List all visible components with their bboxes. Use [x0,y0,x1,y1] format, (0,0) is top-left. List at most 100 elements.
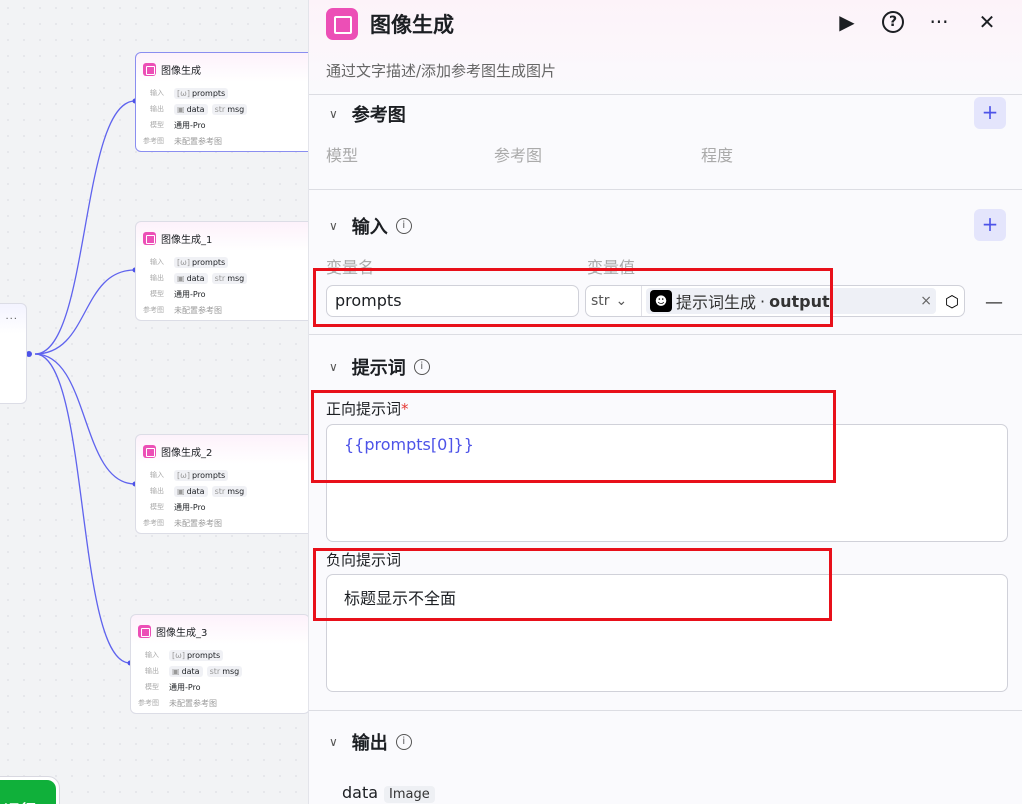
col-label: 变量值 [587,258,636,277]
chevron-down-icon[interactable]: ∨ [329,219,338,233]
output-tag: ▣ data [174,272,208,284]
label: 输出 [150,105,164,113]
negative-prompt-label: 负向提示词 [326,551,402,569]
image-gen-icon [143,63,156,76]
output-tag: str msg [211,485,248,497]
model-value: 通用-Pro [174,120,206,130]
section-output[interactable]: ∨ 输出 i [329,729,412,755]
info-icon[interactable]: i [413,359,430,375]
ref-value: 未配置参考图 [169,698,217,708]
section-title: 输出 [351,733,388,754]
add-input-button[interactable]: + [974,209,1006,241]
section-title: 参考图 [351,105,406,126]
label: 模型 [150,121,164,129]
run-label: 运行 [0,780,56,804]
model-value: 通用-Pro [174,502,206,512]
remove-input-button[interactable]: — [985,292,1003,313]
workflow-node[interactable]: 图像生成 输入 [ω] prompts 输出 ▣ data str msg 模型 通用-Pro… [135,52,308,152]
input-tag: [ω] prompts [174,87,229,99]
col-label: 模型 [326,146,359,165]
chevron-down-icon: ⌄ [615,293,628,309]
label: 输入 [150,89,164,97]
reference-value[interactable]: ☻ 提示词生成 · output × [646,288,936,314]
more-icon[interactable]: ··· [5,314,18,325]
image-gen-icon [138,625,151,638]
section-reference[interactable]: ∨ 参考图 [329,101,406,127]
divider [309,334,1022,335]
section-prompt[interactable]: ∨ 提示词 i [329,354,430,380]
more-icon[interactable]: ··· [926,10,952,34]
output-tag: str msg [211,103,248,115]
source-node[interactable]: ··· [0,303,27,404]
panel-subtitle: 通过文字描述/添加参考图生成图片 [326,62,557,80]
label: 模型 [150,290,164,298]
run-button[interactable]: 运行 [0,776,60,804]
section-title: 提示词 [351,358,406,379]
node-title: 图像生成_2 [161,448,213,459]
info-icon[interactable]: i [395,218,412,234]
output-tag: str msg [211,272,248,284]
node-config-panel: 图像生成 ▶ ? ··· ✕ 通过文字描述/添加参考图生成图片 ∨ 参考图 + 模… [308,0,1022,804]
label: 模型 [145,683,159,691]
variable-name-input[interactable]: prompts [326,285,579,317]
close-icon[interactable]: ✕ [974,10,1000,34]
node-title: 图像生成_1 [161,235,213,246]
image-gen-icon [326,8,358,40]
help-icon[interactable]: ? [882,11,904,33]
image-gen-icon [143,232,156,245]
section-title: 输入 [351,217,388,238]
label: 参考图 [143,306,164,314]
label: 输出 [145,667,159,675]
variable-icon[interactable]: ⬡ [940,292,964,311]
input-tag: [ω] prompts [174,469,229,481]
ref-value: 未配置参考图 [174,305,222,315]
node-title: 图像生成_3 [156,628,208,639]
image-gen-icon [143,445,156,458]
label: 参考图 [143,137,164,145]
input-tag: [ω] prompts [169,649,224,661]
positive-prompt-label: 正向提示词* [326,400,409,418]
clear-icon[interactable]: × [920,293,932,309]
label: 输出 [150,487,164,495]
negative-prompt-textarea[interactable]: 标题显示不全面 [326,574,1008,692]
node-title: 图像生成 [161,66,201,77]
output-tag: ▣ data [169,665,203,677]
model-value: 通用-Pro [169,682,201,692]
ref-value: 未配置参考图 [174,518,222,528]
workflow-node[interactable]: 图像生成_1 输入 [ω] prompts 输出 ▣ data str msg 模型 通用-P… [135,221,308,321]
workflow-canvas[interactable]: ··· 图像生成 输入 [ω] prompts 输出 ▣ data str msg 模型 通用… [0,0,308,804]
info-icon[interactable]: i [395,734,412,750]
variable-value-selector[interactable]: str ⌄ ☻ 提示词生成 · output × ⬡ [585,285,965,317]
label: 输入 [150,471,164,479]
positive-prompt-textarea[interactable]: {{prompts[0]}} [326,424,1008,542]
label: 输入 [150,258,164,266]
label: 输出 [150,274,164,282]
source-field: output [769,291,830,311]
type-select[interactable]: str ⌄ [586,286,642,316]
ref-value: 未配置参考图 [174,136,222,146]
label: 模型 [150,503,164,511]
output-field: data Image [342,783,435,803]
chevron-down-icon[interactable]: ∨ [329,107,338,121]
label: 参考图 [138,699,159,707]
input-tag: [ω] prompts [174,256,229,268]
divider [309,710,1022,711]
output-tag: str msg [206,665,243,677]
workflow-node[interactable]: 图像生成_2 输入 [ω] prompts 输出 ▣ data str msg 模型 通用-P… [135,434,308,534]
add-reference-button[interactable]: + [974,97,1006,129]
workflow-node[interactable]: 图像生成_3 输入 [ω] prompts 输出 ▣ data str msg 模型 通用-P… [130,614,308,714]
label: 输入 [145,651,159,659]
output-tag: ▣ data [174,485,208,497]
model-value: 通用-Pro [174,289,206,299]
play-icon[interactable]: ▶ [834,10,860,34]
label: 参考图 [143,519,164,527]
section-input[interactable]: ∨ 输入 i [329,213,412,239]
panel-title: 图像生成 [370,13,454,37]
source-node: 提示词生成 [676,293,757,312]
divider [309,189,1022,190]
chevron-down-icon[interactable]: ∨ [329,735,338,749]
output-tag: ▣ data [174,103,208,115]
chevron-down-icon[interactable]: ∨ [329,360,338,374]
divider [309,94,1022,95]
type-badge: Image [384,786,435,803]
